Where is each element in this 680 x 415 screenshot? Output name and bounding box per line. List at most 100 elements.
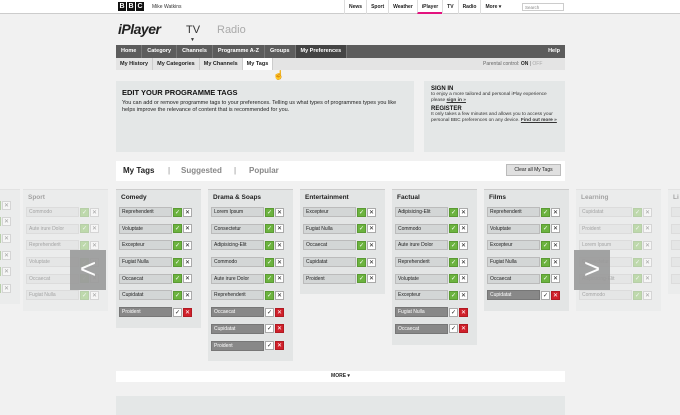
global-nav-news[interactable]: News [344, 0, 366, 14]
tag-name[interactable]: Proident [211, 340, 264, 351]
tag-name[interactable]: Voluptate [119, 223, 172, 234]
check-icon[interactable]: ✓ [265, 307, 274, 317]
remove-icon[interactable]: ✕ [367, 224, 376, 234]
check-icon[interactable]: ✓ [541, 257, 550, 267]
check-icon[interactable]: ✓ [449, 207, 458, 217]
remove-icon[interactable]: ✕ [459, 207, 468, 217]
check-icon[interactable]: ✓ [0, 267, 1, 277]
remove-icon[interactable]: ✕ [2, 283, 11, 293]
remove-icon[interactable]: ✕ [459, 274, 468, 284]
remove-icon[interactable]: ✕ [275, 290, 284, 300]
remove-icon[interactable]: ✕ [2, 233, 11, 243]
remove-icon[interactable]: ✕ [2, 217, 11, 227]
tag-name[interactable]: Reprehenderit [211, 290, 264, 301]
tag-name[interactable]: Lorem Ipsum [579, 240, 632, 251]
check-icon[interactable]: ✓ [357, 257, 366, 267]
remove-icon[interactable]: ✕ [275, 257, 284, 267]
check-icon[interactable]: ✓ [173, 257, 182, 267]
remove-icon[interactable]: ✕ [275, 207, 284, 217]
header-tv-link[interactable]: TV [186, 24, 200, 36]
check-icon[interactable]: ✓ [541, 240, 550, 250]
remove-icon[interactable]: ✕ [643, 224, 652, 234]
tab-suggested[interactable]: Suggested [181, 166, 222, 175]
check-icon[interactable]: ✓ [0, 283, 1, 293]
subnav-my-history[interactable]: My History [116, 58, 154, 70]
remove-icon[interactable]: ✕ [367, 207, 376, 217]
tag-name[interactable]: Fugiat Nulla [395, 307, 448, 318]
nav-groups[interactable]: Groups [265, 45, 296, 58]
remove-icon[interactable]: ✕ [2, 250, 11, 260]
check-icon[interactable]: ✓ [80, 224, 89, 234]
remove-icon[interactable]: ✕ [90, 207, 99, 217]
remove-icon[interactable]: ✕ [183, 240, 192, 250]
remove-icon[interactable]: ✕ [643, 207, 652, 217]
remove-icon[interactable]: ✕ [551, 224, 560, 234]
tag-name[interactable]: Fugiat Nulla [119, 257, 172, 268]
remove-icon[interactable]: ✕ [275, 240, 284, 250]
tag-name[interactable]: Reprehenderit [487, 207, 540, 217]
remove-icon[interactable]: ✕ [183, 207, 192, 217]
tag-name[interactable]: Occaecat [487, 273, 540, 284]
check-icon[interactable]: ✓ [633, 240, 642, 250]
remove-icon[interactable]: ✕ [551, 274, 560, 284]
tag-name[interactable]: Aute irure Dolor [211, 273, 264, 284]
check-icon[interactable]: ✓ [449, 224, 458, 234]
tag-name[interactable]: Fugiat Nulla [487, 257, 540, 268]
sign-in-link[interactable]: sign in » [446, 98, 465, 103]
remove-icon[interactable]: ✕ [90, 240, 99, 250]
remove-icon[interactable]: ✕ [551, 207, 560, 217]
tag-name[interactable]: Voluptate [487, 223, 540, 234]
tag-name[interactable]: Reprehenderit [26, 240, 79, 251]
tag-name[interactable]: Cupidatat [487, 290, 540, 301]
tab-popular[interactable]: Popular [249, 166, 279, 175]
subnav-my-channels[interactable]: My Channels [200, 58, 243, 70]
tag-name[interactable]: Excepteur [395, 290, 448, 301]
register-link[interactable]: Find out more » [521, 118, 557, 123]
check-icon[interactable]: ✓ [449, 324, 458, 334]
check-icon[interactable]: ✓ [0, 217, 1, 227]
check-icon[interactable]: ✓ [265, 240, 274, 250]
remove-icon[interactable]: ✕ [551, 257, 560, 267]
check-icon[interactable]: ✓ [449, 257, 458, 267]
remove-icon[interactable]: ✕ [551, 240, 560, 250]
check-icon[interactable]: ✓ [173, 274, 182, 284]
check-icon[interactable]: ✓ [633, 257, 642, 267]
remove-icon[interactable]: ✕ [459, 224, 468, 234]
check-icon[interactable]: ✓ [265, 224, 274, 234]
tag-name[interactable]: Occaecat [303, 240, 356, 251]
bbc-logo[interactable]: B B C [118, 2, 144, 11]
global-nav-more[interactable]: More ▾ [480, 0, 505, 14]
clear-all-tags-button[interactable]: Clear all My Tags [506, 164, 561, 176]
subnav-my-tags[interactable]: My Tags [242, 58, 274, 70]
tag-name[interactable]: Occaecat [119, 273, 172, 284]
remove-icon[interactable]: ✕ [551, 290, 560, 300]
remove-icon[interactable]: ✕ [90, 290, 99, 300]
remove-icon[interactable]: ✕ [275, 274, 284, 284]
search-input[interactable]: Search [522, 3, 564, 11]
more-button[interactable]: MORE ▾ [116, 371, 565, 382]
remove-icon[interactable]: ✕ [643, 240, 652, 250]
check-icon[interactable]: ✓ [265, 341, 274, 350]
tag-name[interactable]: Cupidatat [579, 207, 632, 217]
check-icon[interactable]: ✓ [173, 240, 182, 250]
check-icon[interactable]: ✓ [633, 290, 642, 300]
check-icon[interactable]: ✓ [633, 224, 642, 234]
remove-icon[interactable]: ✕ [2, 267, 11, 277]
remove-icon[interactable]: ✕ [275, 307, 284, 317]
subnav-my-categories[interactable]: My Categories [153, 58, 200, 70]
tag-name[interactable] [671, 207, 680, 217]
carousel-next-button[interactable]: > [574, 250, 610, 290]
check-icon[interactable]: ✓ [80, 207, 89, 217]
tag-name[interactable]: Commodo [579, 290, 632, 301]
remove-icon[interactable]: ✕ [643, 274, 652, 284]
tag-name[interactable]: Occaecat [395, 323, 448, 334]
remove-icon[interactable]: ✕ [643, 290, 652, 300]
tab-my-tags[interactable]: My Tags [123, 166, 154, 175]
remove-icon[interactable]: ✕ [367, 240, 376, 250]
nav-channels[interactable]: Channels [177, 45, 213, 58]
tag-name[interactable]: Cupidatat [211, 323, 264, 334]
global-nav-radio[interactable]: Radio [457, 0, 481, 14]
global-nav-sport[interactable]: Sport [366, 0, 388, 14]
check-icon[interactable]: ✓ [541, 207, 550, 217]
tag-name[interactable]: Lorem Ipsum [211, 207, 264, 217]
